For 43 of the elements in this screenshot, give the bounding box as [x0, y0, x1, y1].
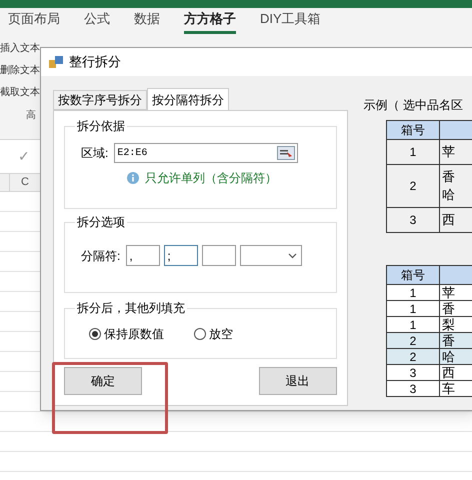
tab[interactable]: 按分隔符拆分 [147, 88, 229, 110]
table-cell: 1 [386, 140, 440, 164]
group-title: 拆分选项 [76, 214, 126, 231]
ribbon-tab[interactable]: DIY工具箱 [260, 8, 321, 34]
radio-option[interactable]: 放空 [194, 325, 233, 343]
table-header: 箱号 [386, 266, 440, 284]
ribbon-group-label: 高 [25, 108, 37, 123]
range-field[interactable]: E2:E6 [114, 143, 298, 163]
separator-label: 分隔符: [81, 248, 120, 264]
table-cell-text: 香 [442, 168, 456, 186]
table-cell: 2 [386, 164, 440, 208]
group-title: 拆分依据 [76, 118, 126, 135]
separator-field[interactable]: ; [164, 245, 198, 266]
table-cell-text: 哈 [442, 186, 456, 204]
column-header[interactable]: C [10, 174, 40, 191]
ribbon-tab[interactable]: 数据 [134, 8, 160, 34]
info-icon [127, 172, 139, 184]
group-title: 拆分后，其他列填充 [76, 300, 186, 317]
dialog-button[interactable]: 退出 [258, 367, 337, 395]
chevron-down-icon [288, 252, 298, 258]
range-label: 区域: [81, 145, 108, 162]
radio-option[interactable]: 保持原数值 [89, 325, 164, 343]
range-value: E2:E6 [117, 146, 148, 160]
separator-dropdown[interactable] [240, 245, 302, 266]
separator-field[interactable] [202, 245, 236, 266]
table-cell: 车 [440, 380, 472, 396]
separator-field[interactable]: , [126, 245, 160, 266]
dialog-button[interactable]: 确定 [64, 367, 142, 395]
window-title: 整行拆分 [69, 53, 121, 72]
radio-icon[interactable] [89, 328, 101, 340]
ribbon-tab[interactable]: 页面布局 [8, 8, 60, 34]
table-cell-text: 苹 [442, 143, 456, 161]
table-cell: 3 [386, 208, 440, 232]
table-header: 箱号 [386, 120, 440, 140]
radio-icon[interactable] [194, 328, 206, 340]
hint-text: 只允许单列（含分隔符） [145, 170, 277, 187]
app-icon [49, 55, 63, 69]
range-select-icon[interactable] [277, 146, 296, 160]
table-cell-text: 西 [442, 211, 456, 229]
table-cell: 3 [386, 380, 440, 396]
example-title: 示例（ 选中品名区 [364, 97, 464, 114]
ribbon-tab[interactable]: 公式 [84, 8, 110, 34]
tab[interactable]: 按数字序号拆分 [53, 90, 147, 110]
